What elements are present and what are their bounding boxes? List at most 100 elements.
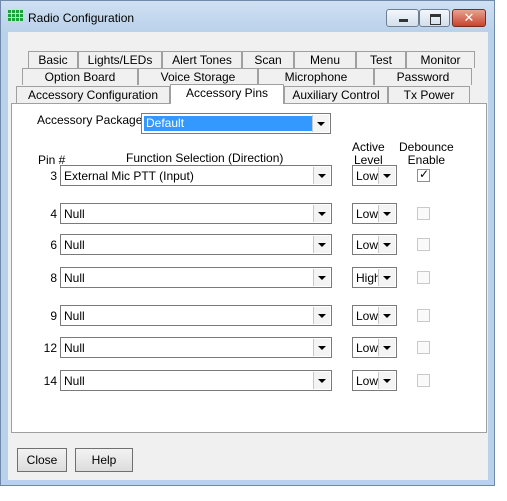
tab-label: Alert Tones (172, 53, 232, 67)
chevron-down-icon[interactable] (378, 205, 395, 222)
debounce-checkbox (417, 271, 430, 284)
tab-password[interactable]: Password (374, 68, 472, 85)
tab-label: Accessory Configuration (27, 88, 159, 102)
chevron-down-icon[interactable] (378, 372, 395, 389)
tab-label: Lights/LEDs (87, 53, 153, 67)
maximize-button[interactable] (419, 9, 450, 27)
active-level-value: Low (356, 169, 379, 183)
tab-label: Scan (254, 53, 282, 67)
pin-number: 6 (50, 238, 57, 252)
tab-accessory-pins[interactable]: Accessory Pins (170, 84, 284, 104)
chevron-down-icon[interactable] (378, 339, 395, 356)
active-level-select[interactable]: High (352, 267, 397, 288)
tab-microphone[interactable]: Microphone (258, 68, 374, 85)
chevron-down-icon[interactable] (313, 167, 330, 184)
debounce-checkbox (417, 238, 430, 251)
debounce-checkbox (417, 309, 430, 322)
chevron-down-icon[interactable] (378, 269, 395, 286)
active-level-select[interactable]: Low (352, 305, 397, 326)
chevron-down-icon[interactable] (312, 115, 329, 132)
debounce-checkbox (417, 207, 430, 220)
function-select[interactable]: External Mic PTT (Input) (60, 165, 332, 186)
tab-basic[interactable]: Basic (28, 51, 78, 68)
function-value: Null (64, 309, 85, 323)
dialog-client-area: Basic Lights/LEDs Alert Tones Scan Menu … (8, 32, 488, 480)
tab-auxiliary-control[interactable]: Auxiliary Control (284, 86, 388, 103)
chevron-down-icon[interactable] (313, 205, 330, 222)
chevron-down-icon[interactable] (313, 339, 330, 356)
chevron-down-icon[interactable] (313, 269, 330, 286)
tab-monitor[interactable]: Monitor (406, 51, 475, 68)
accessory-package-select[interactable]: Default (141, 113, 331, 134)
debounce-enable-header: Debounce Enable (399, 140, 454, 167)
tab-label: Basic (38, 53, 68, 67)
active-level-select[interactable]: Low (352, 203, 397, 224)
active-level-select[interactable]: Low (352, 165, 397, 186)
pin-number: 12 (43, 341, 57, 355)
tab-strip: Basic Lights/LEDs Alert Tones Scan Menu … (8, 32, 488, 104)
active-level-select[interactable]: Low (352, 370, 397, 391)
radio-app-icon (8, 10, 24, 24)
pin-number: 9 (50, 309, 57, 323)
tab-label: Monitor (420, 53, 461, 67)
maximize-icon (420, 10, 449, 26)
tab-label: Microphone (284, 70, 348, 84)
tab-test[interactable]: Test (356, 51, 406, 68)
tab-option-board[interactable]: Option Board (22, 68, 138, 85)
chevron-down-icon[interactable] (378, 236, 395, 253)
active-level-value: High (356, 271, 381, 285)
tab-label: Menu (309, 53, 341, 67)
radio-configuration-window: Radio Configuration ✕ Basic Lights/LEDs … (0, 0, 495, 486)
tab-scan[interactable]: Scan (242, 51, 294, 68)
active-level-value: Low (356, 238, 379, 252)
pin-number: 14 (43, 374, 57, 388)
active-level-header: Active Level (352, 140, 385, 167)
function-select[interactable]: Null (60, 234, 332, 255)
function-value: Null (64, 238, 85, 252)
active-level-value: Low (356, 207, 379, 221)
help-button[interactable]: Help (75, 448, 133, 472)
tab-menu[interactable]: Menu (294, 51, 356, 68)
debounce-checkbox[interactable]: ✓ (417, 167, 430, 182)
chevron-down-icon[interactable] (313, 307, 330, 324)
close-window-button[interactable]: ✕ (452, 9, 486, 27)
active-level-select[interactable]: Low (352, 234, 397, 255)
active-level-select[interactable]: Low (352, 337, 397, 358)
function-select[interactable]: Null (60, 337, 332, 358)
function-select[interactable]: Null (60, 203, 332, 224)
active-level-value: Low (356, 341, 379, 355)
pin-number: 3 (50, 169, 57, 183)
pin-number: 8 (50, 271, 57, 285)
tab-lights-leds[interactable]: Lights/LEDs (78, 51, 162, 68)
tab-label: Test (369, 53, 392, 67)
chevron-down-icon[interactable] (313, 372, 330, 389)
chevron-down-icon[interactable] (378, 307, 395, 324)
function-select[interactable]: Null (60, 370, 332, 391)
tab-label: Option Board (44, 70, 116, 84)
function-select[interactable]: Null (60, 305, 332, 326)
tab-accessory-configuration[interactable]: Accessory Configuration (16, 86, 170, 103)
tab-alert-tones[interactable]: Alert Tones (162, 51, 242, 68)
tab-label: Auxiliary Control (292, 88, 380, 102)
active-level-value: Low (356, 309, 379, 323)
function-value: External Mic PTT (Input) (64, 169, 194, 183)
accessory-package-label: Accessory Package: (37, 113, 146, 127)
title-bar[interactable]: Radio Configuration ✕ (1, 1, 494, 33)
function-value: Null (64, 207, 85, 221)
debounce-checkbox (417, 374, 430, 387)
check-icon: ✓ (419, 167, 430, 181)
close-button[interactable]: Close (17, 448, 67, 472)
tab-tx-power[interactable]: Tx Power (388, 86, 470, 103)
active-level-value: Low (356, 374, 379, 388)
function-value: Null (64, 374, 85, 388)
function-select[interactable]: Null (60, 267, 332, 288)
minimize-button[interactable] (386, 9, 419, 27)
minimize-icon (387, 10, 418, 26)
tab-label: Accessory Pins (185, 86, 269, 100)
function-value: Null (64, 341, 85, 355)
function-value: Null (64, 271, 85, 285)
chevron-down-icon[interactable] (378, 167, 395, 184)
window-title: Radio Configuration (28, 11, 135, 25)
chevron-down-icon[interactable] (313, 236, 330, 253)
tab-voice-storage[interactable]: Voice Storage (138, 68, 258, 85)
